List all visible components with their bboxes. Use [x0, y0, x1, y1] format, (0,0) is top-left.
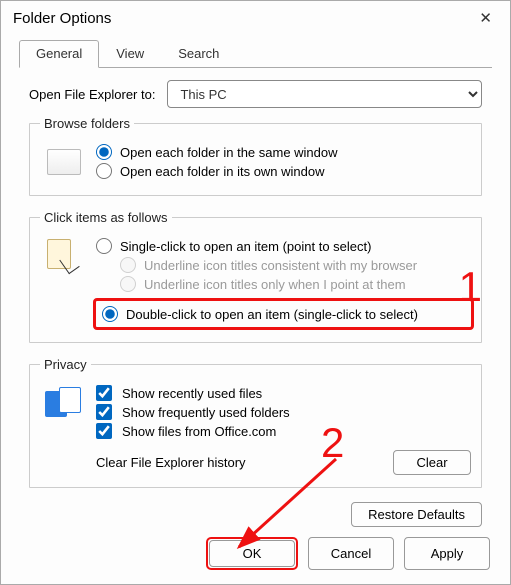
- clear-history-label: Clear File Explorer history: [96, 455, 393, 470]
- clear-button[interactable]: Clear: [393, 450, 471, 475]
- tab-panel-general: Open File Explorer to: This PC Browse fo…: [19, 68, 492, 537]
- open-explorer-label: Open File Explorer to:: [29, 87, 155, 102]
- radio-underline-point-label: Underline icon titles only when I point …: [144, 277, 406, 292]
- radio-double-click-label: Double-click to open an item (single-cli…: [126, 307, 418, 322]
- check-recent[interactable]: Show recently used files: [96, 385, 471, 401]
- dialog-button-row: OK Cancel Apply: [206, 537, 490, 570]
- check-frequent-label: Show frequently used folders: [122, 405, 290, 420]
- privacy-icon: [40, 382, 88, 424]
- radio-single-click-input[interactable]: [96, 238, 112, 254]
- check-office[interactable]: Show files from Office.com: [96, 423, 471, 439]
- open-explorer-row: Open File Explorer to: This PC: [29, 80, 482, 108]
- restore-row: Restore Defaults: [29, 502, 482, 527]
- apply-button[interactable]: Apply: [404, 537, 490, 570]
- cancel-button[interactable]: Cancel: [308, 537, 394, 570]
- browse-folders-group: Browse folders Open each folder in the s…: [29, 116, 482, 196]
- privacy-group: Privacy Show recently used files Show fr…: [29, 357, 482, 488]
- restore-defaults-button[interactable]: Restore Defaults: [351, 502, 482, 527]
- titlebar: Folder Options ✕: [1, 1, 510, 35]
- tab-view[interactable]: View: [99, 40, 161, 68]
- check-office-input[interactable]: [96, 423, 112, 439]
- radio-own-window[interactable]: Open each folder in its own window: [96, 163, 471, 179]
- click-items-legend: Click items as follows: [40, 210, 172, 225]
- tab-strip: General View Search: [19, 39, 492, 68]
- radio-same-window-input[interactable]: [96, 144, 112, 160]
- clear-history-row: Clear File Explorer history Clear: [96, 450, 471, 475]
- click-items-group: Click items as follows Single-click to o…: [29, 210, 482, 343]
- tab-search[interactable]: Search: [161, 40, 236, 68]
- check-frequent-input[interactable]: [96, 404, 112, 420]
- open-explorer-select[interactable]: This PC: [167, 80, 482, 108]
- browse-folder-icon: [40, 141, 88, 183]
- radio-single-click[interactable]: Single-click to open an item (point to s…: [96, 238, 471, 254]
- radio-underline-browser-label: Underline icon titles consistent with my…: [144, 258, 417, 273]
- close-button[interactable]: ✕: [469, 7, 502, 29]
- radio-same-window-label: Open each folder in the same window: [120, 145, 338, 160]
- radio-underline-browser: Underline icon titles consistent with my…: [120, 257, 471, 273]
- radio-double-click-input[interactable]: [102, 306, 118, 322]
- folder-options-dialog: Folder Options ✕ General View Search Ope…: [0, 0, 511, 585]
- ok-button[interactable]: OK: [209, 540, 295, 567]
- browse-folders-legend: Browse folders: [40, 116, 134, 131]
- check-recent-input[interactable]: [96, 385, 112, 401]
- double-click-highlight: Double-click to open an item (single-cli…: [93, 298, 474, 330]
- ok-highlight: OK: [206, 537, 298, 570]
- radio-double-click[interactable]: Double-click to open an item (single-cli…: [102, 306, 465, 322]
- dialog-title: Folder Options: [13, 10, 111, 27]
- radio-own-window-input[interactable]: [96, 163, 112, 179]
- privacy-legend: Privacy: [40, 357, 91, 372]
- radio-same-window[interactable]: Open each folder in the same window: [96, 144, 471, 160]
- radio-underline-point-input: [120, 276, 136, 292]
- radio-single-click-label: Single-click to open an item (point to s…: [120, 239, 371, 254]
- check-recent-label: Show recently used files: [122, 386, 262, 401]
- content-area: General View Search Open File Explorer t…: [1, 35, 510, 537]
- radio-own-window-label: Open each folder in its own window: [120, 164, 325, 179]
- check-frequent[interactable]: Show frequently used folders: [96, 404, 471, 420]
- radio-underline-browser-input: [120, 257, 136, 273]
- check-office-label: Show files from Office.com: [122, 424, 276, 439]
- radio-underline-point: Underline icon titles only when I point …: [120, 276, 471, 292]
- tab-general[interactable]: General: [19, 40, 99, 68]
- click-cursor-icon: [40, 235, 88, 277]
